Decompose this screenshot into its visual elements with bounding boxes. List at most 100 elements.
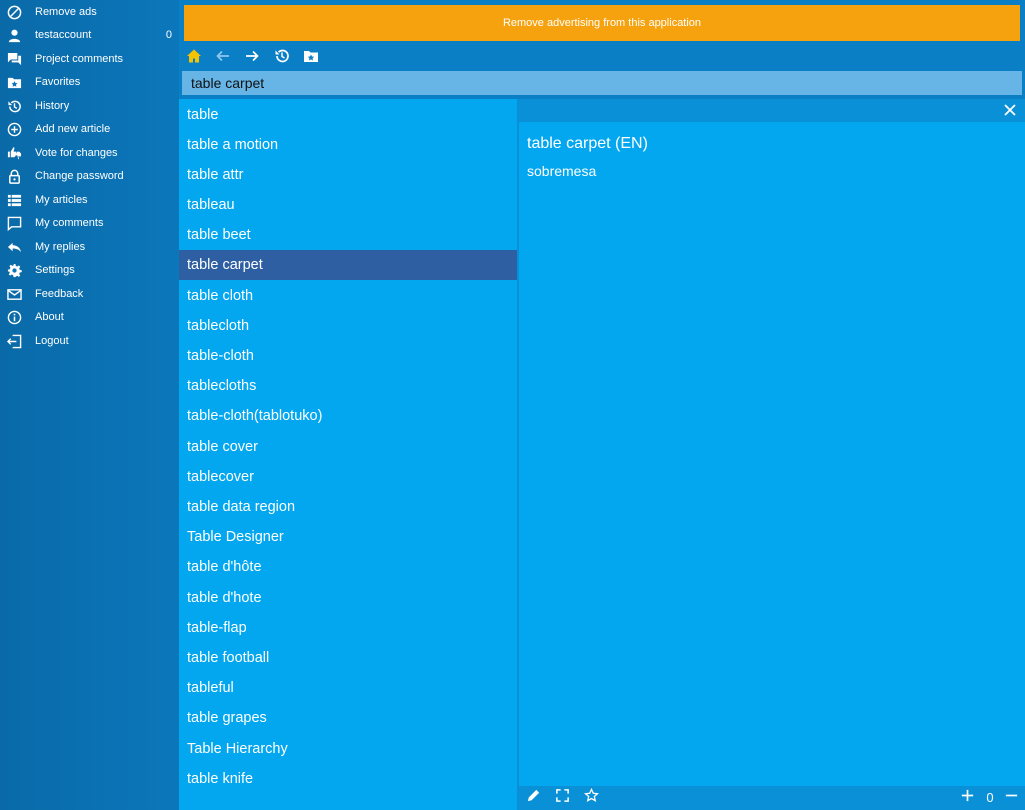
list-item[interactable]: tablecloths [179,371,517,401]
entry-detail-pane: table carpet (EN) sobremesa 0 [519,99,1025,810]
close-button[interactable] [1003,103,1017,117]
list-item[interactable]: table beet [179,220,517,250]
account-count: 0 [165,29,172,41]
sidebar-item-label: History [35,100,70,112]
star-icon [583,787,599,808]
list-item[interactable]: table cover [179,432,517,462]
sidebar-item-change-password[interactable]: Change password [0,165,179,188]
detail-header [519,99,1025,122]
sidebar-item-label: Settings [35,264,75,276]
add-circle-icon [7,122,22,137]
edit-icon [526,788,541,808]
list-item[interactable]: table grapes [179,703,517,733]
back-icon [215,48,231,69]
zoom-out-button[interactable] [1003,790,1019,806]
forward-button[interactable] [241,48,263,68]
list-item[interactable]: table-cloth [179,341,517,371]
list-item[interactable]: table cloth [179,281,517,311]
edit-button[interactable] [525,788,541,808]
sidebar-item-label: Logout [35,335,69,347]
sidebar: Remove ads testaccount 0 Project comment… [0,0,179,810]
user-icon [7,28,22,43]
sidebar-item-label: Vote for changes [35,147,118,159]
list-item[interactable]: table-cloth(tablotuko) [179,401,517,431]
list-item[interactable]: Table Hierarchy [179,734,517,764]
remove-ads-banner[interactable]: Remove advertising from this application [184,5,1020,41]
reply-icon [7,240,22,255]
entry-translation: sobremesa [527,163,597,179]
list-item[interactable]: table a motion [179,130,517,160]
folder-star-icon [7,75,22,90]
history-button[interactable] [271,48,293,68]
info-icon [7,310,22,325]
sidebar-item-project-comments[interactable]: Project comments [0,48,179,71]
logout-icon [7,334,22,349]
sidebar-item-label: My comments [35,217,104,229]
thumbs-icon [7,146,22,161]
sidebar-item-label: Project comments [35,53,124,65]
sidebar-item-feedback[interactable]: Feedback [0,283,179,306]
favorite-button[interactable] [583,787,599,808]
lock-icon [7,169,22,184]
list-item[interactable]: table attr [179,160,517,190]
gear-icon [7,263,22,278]
sidebar-item-label: Favorites [35,76,81,88]
sidebar-item-logout[interactable]: Logout [0,330,179,353]
zoom-in-button[interactable] [959,788,975,808]
sidebar-item-remove-ads[interactable]: Remove ads [0,1,179,24]
block-icon [7,5,22,20]
sidebar-item-history[interactable]: History [0,95,179,118]
ad-banner-text: Remove advertising from this application [502,17,702,29]
sidebar-item-label: About [35,311,64,323]
sidebar-item-add-article[interactable]: Add new article [0,118,179,141]
favorites-button[interactable] [300,48,322,68]
folder-star-icon [303,48,319,69]
sidebar-item-my-comments[interactable]: My comments [0,212,179,235]
home-icon [186,48,202,69]
list-item[interactable]: table d'hôte [179,552,517,582]
detail-footer: 0 [519,786,1025,810]
list-item[interactable]: table knife [179,764,517,794]
sidebar-item-label: Remove ads [35,6,97,18]
sidebar-item-favorites[interactable]: Favorites [0,71,179,94]
sidebar-item-account[interactable]: testaccount 0 [0,24,179,47]
sidebar-item-my-replies[interactable]: My replies [0,236,179,259]
list-item[interactable]: table-flap [179,613,517,643]
comment-icon [7,216,22,231]
list-item[interactable]: tableau [179,190,517,220]
zoom-level: 0 [986,790,994,805]
list-icon [7,193,22,208]
list-item[interactable]: table data region [179,492,517,522]
sidebar-item-label: Change password [35,170,124,182]
fullscreen-button[interactable] [554,788,570,808]
sidebar-item-about[interactable]: About [0,306,179,329]
sidebar-item-label: My replies [35,241,86,253]
zoom-out-icon [1004,788,1019,808]
sidebar-item-label: Add new article [35,123,111,135]
sidebar-item-label: testaccount [35,29,92,41]
search-input[interactable] [182,71,1022,95]
list-item[interactable]: table football [179,643,517,673]
zoom-in-icon [960,788,975,808]
back-button[interactable] [212,48,234,68]
list-item[interactable]: tableful [179,673,517,703]
list-item[interactable]: Table Designer [179,522,517,552]
sidebar-item-settings[interactable]: Settings [0,259,179,282]
sidebar-item-vote[interactable]: Vote for changes [0,142,179,165]
history-icon [7,99,22,114]
forward-icon [244,48,260,69]
sidebar-item-my-articles[interactable]: My articles [0,189,179,212]
history-icon [274,48,290,69]
list-item[interactable]: tablecover [179,462,517,492]
comments-icon [7,52,22,67]
list-item[interactable]: table d'hote [179,583,517,613]
home-button[interactable] [183,48,205,68]
list-item[interactable]: tablecloth [179,311,517,341]
close-icon [1003,104,1017,121]
word-list: table table a motion table attr tableau … [179,99,517,810]
list-item[interactable]: table carpet [179,250,517,280]
entry-title: table carpet (EN) [527,135,648,152]
list-item[interactable]: table [179,100,517,130]
fullscreen-icon [555,788,570,808]
sidebar-item-label: Feedback [35,288,84,300]
